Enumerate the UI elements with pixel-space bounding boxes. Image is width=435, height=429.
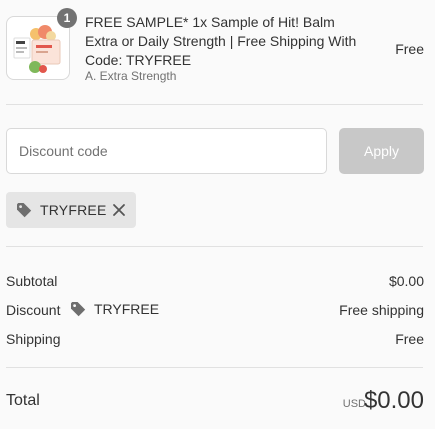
discount-label: Discount [6, 302, 61, 318]
currency-code: USD [342, 398, 366, 410]
divider [6, 104, 423, 105]
tag-icon [71, 302, 86, 317]
divider [6, 367, 423, 368]
applied-discount-code: TRYFREE [40, 202, 107, 218]
quantity-badge: 1 [57, 8, 77, 28]
product-title: FREE SAMPLE* 1x Sample of Hit! Balm Extr… [85, 14, 357, 68]
total-value: $0.00 [363, 387, 424, 414]
shipping-value: Free [395, 331, 424, 347]
apply-button[interactable]: Apply [339, 128, 424, 174]
product-image [10, 20, 66, 76]
product-price: Free [395, 41, 424, 57]
subtotal-row: Subtotal $0.00 [6, 273, 424, 293]
product-variant: A. Extra Strength [85, 69, 177, 83]
subtotal-value: $0.00 [388, 273, 424, 289]
discount-tag: TRYFREE [70, 301, 159, 317]
close-icon[interactable] [112, 203, 126, 217]
discount-code-input[interactable] [6, 128, 327, 174]
total-label: Total [6, 392, 40, 409]
line-item: 1 FREE SAMPLE* 1x Sample of Hit! Balm Ex… [6, 8, 424, 88]
divider [6, 246, 423, 247]
shipping-label: Shipping [6, 331, 61, 347]
subtotal-label: Subtotal [6, 273, 58, 289]
discount-value: Free shipping [339, 302, 424, 318]
discount-code: TRYFREE [94, 301, 160, 317]
shipping-row: Shipping Free [6, 331, 424, 351]
discount-row: Discount TRYFREE Free shipping [6, 301, 424, 322]
tag-icon [17, 203, 32, 218]
applied-discount-tag: TRYFREE [6, 192, 136, 228]
